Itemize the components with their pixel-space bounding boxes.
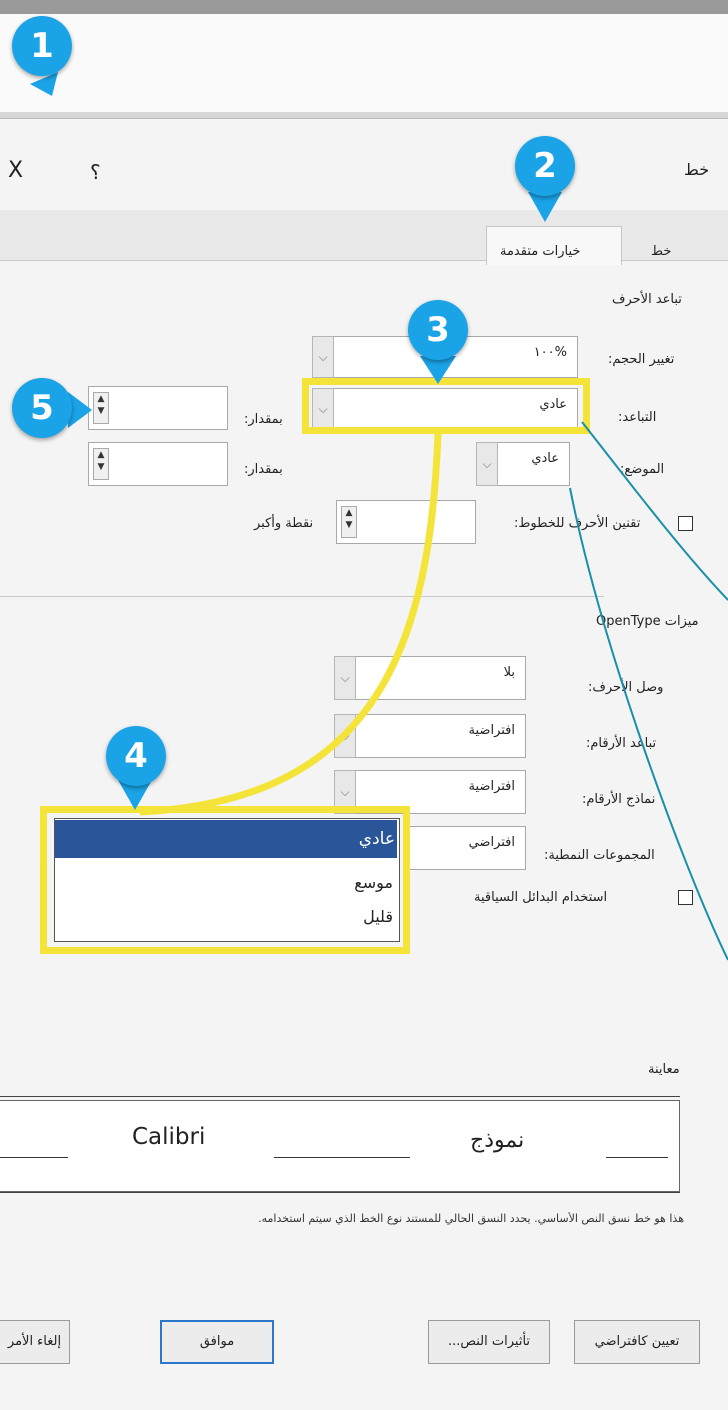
badge-2-pointer [528, 192, 562, 222]
callout-badge-3: 3 [408, 300, 468, 360]
badge-3-pointer [420, 356, 456, 384]
callout-badge-5: 5 [12, 378, 72, 438]
callout-connectors [30, 72, 728, 961]
teal-arrow-1 [581, 421, 728, 601]
callout-badge-1: 1 [12, 16, 72, 76]
callout-badge-2: 2 [515, 136, 575, 196]
teal-arrow-2 [569, 487, 728, 961]
callout-badge-4: 4 [106, 726, 166, 786]
yellow-connector [139, 433, 442, 816]
